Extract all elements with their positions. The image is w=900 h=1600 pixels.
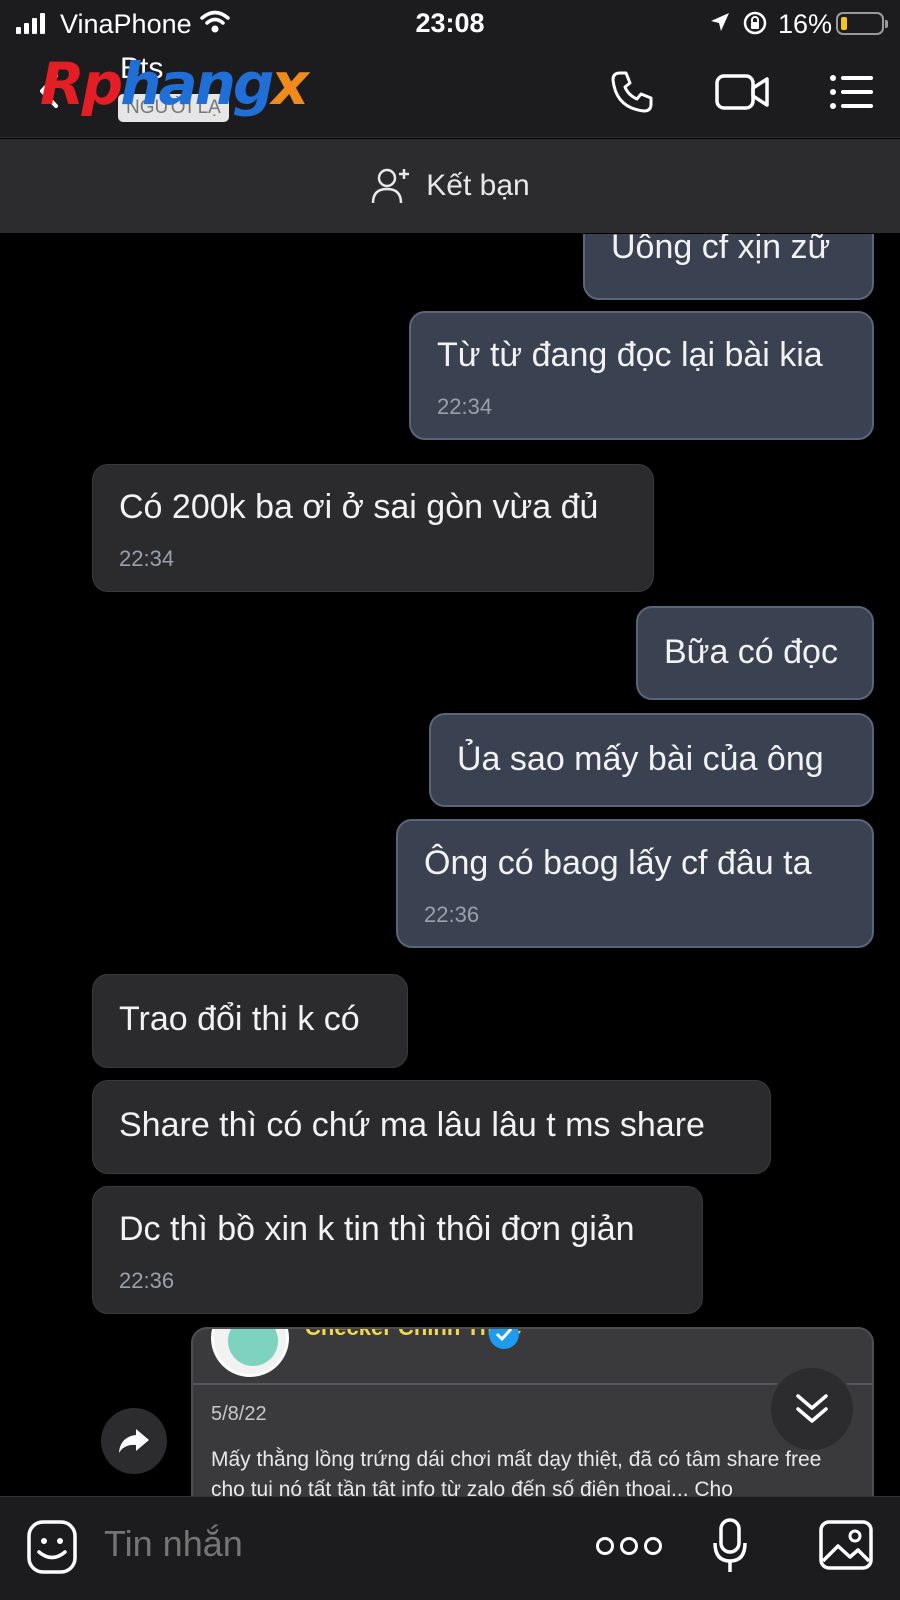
message-bubble-outgoing[interactable]: Ủa sao mấy bài của ông (429, 713, 874, 807)
message-text: Trao đổi thi k có (119, 1000, 360, 1038)
message-input[interactable] (104, 1523, 544, 1565)
message-text: Có 200k ba ơi ở sai gòn vừa đủ (119, 488, 599, 526)
add-friend-label: Kết bạn (426, 169, 530, 202)
double-chevron-down-icon (796, 1394, 828, 1423)
message-bubble-incoming[interactable]: Trao đổi thi k có (92, 974, 408, 1068)
message-time: 22:36 (424, 902, 480, 927)
microphone-icon[interactable] (712, 1517, 748, 1575)
location-arrow-icon (711, 13, 729, 31)
message-list[interactable]: Uông cf xịn zữ Từ từ đang đọc lại bài ki… (0, 234, 900, 1496)
message-text: Từ từ đang đọc lại bài kia (437, 336, 823, 374)
sticker-emoji-icon[interactable] (26, 1519, 78, 1575)
more-dot-icon (644, 1537, 662, 1555)
message-bubble-incoming[interactable]: Share thì có chứ ma lâu lâu t ms share (92, 1080, 771, 1174)
stranger-badge: NGƯỜI LẠ (118, 94, 229, 122)
more-dot-icon (620, 1537, 638, 1555)
menu-list-icon[interactable] (828, 68, 876, 116)
shared-post-content: Mấy thằng lồng trứng dái chơi mất dạy th… (211, 1448, 822, 1496)
forward-icon (119, 1429, 149, 1453)
message-bubble-outgoing[interactable]: Bữa có đọc (636, 606, 874, 700)
shared-post-date: 5/8/22 (211, 1403, 267, 1425)
chat-header: Bts NGƯỜI LẠ Rphangx (0, 46, 900, 138)
message-text: Ông có baog lấy cf đâu ta (424, 844, 812, 882)
image-gallery-icon[interactable] (818, 1519, 874, 1571)
scroll-to-bottom-button[interactable] (769, 1366, 855, 1452)
battery-percent: 16% (778, 9, 833, 39)
video-call-icon[interactable] (714, 68, 770, 116)
message-composer (0, 1496, 900, 1600)
phone-icon[interactable] (608, 68, 656, 116)
status-bar: VinaPhone 23:08 16% (0, 0, 900, 46)
message-text: Bữa có đọc (664, 633, 838, 671)
back-icon[interactable] (30, 66, 70, 116)
rotation-lock-icon (743, 11, 767, 35)
battery-level (841, 17, 847, 30)
message-time: 22:34 (119, 546, 175, 571)
avatar (211, 1329, 289, 1377)
verified-badge-icon (489, 1329, 519, 1349)
contact-name[interactable]: Bts (120, 52, 163, 86)
message-time: 22:34 (437, 394, 493, 419)
more-options-button[interactable] (596, 1537, 662, 1555)
message-text: Uông cf xịn zữ (611, 234, 831, 266)
battery-icon (836, 12, 888, 35)
add-friend-button[interactable]: Kết bạn (0, 139, 900, 233)
forward-button[interactable] (101, 1408, 167, 1474)
message-text: Dc thì bồ xin k tin thì thôi đơn giản (119, 1210, 635, 1248)
message-bubble-outgoing[interactable]: Ông có baog lấy cf đâu ta 22:36 (396, 819, 874, 948)
message-bubble-incoming[interactable]: Có 200k ba ơi ở sai gòn vừa đủ 22:34 (92, 464, 654, 592)
message-bubble-incoming[interactable]: Dc thì bồ xin k tin thì thôi đơn giản 22… (92, 1186, 703, 1314)
add-friend-icon (372, 168, 410, 204)
message-text: Share thì có chứ ma lâu lâu t ms share (119, 1106, 705, 1144)
more-dot-icon (596, 1537, 614, 1555)
shared-post-header: Checker Chính Thức (193, 1329, 872, 1385)
message-bubble-outgoing[interactable]: Uông cf xịn zữ (583, 234, 874, 300)
message-bubble-outgoing[interactable]: Từ từ đang đọc lại bài kia 22:34 (409, 311, 874, 440)
message-text: Ủa sao mấy bài của ông (457, 740, 824, 778)
message-time: 22:36 (119, 1268, 175, 1293)
